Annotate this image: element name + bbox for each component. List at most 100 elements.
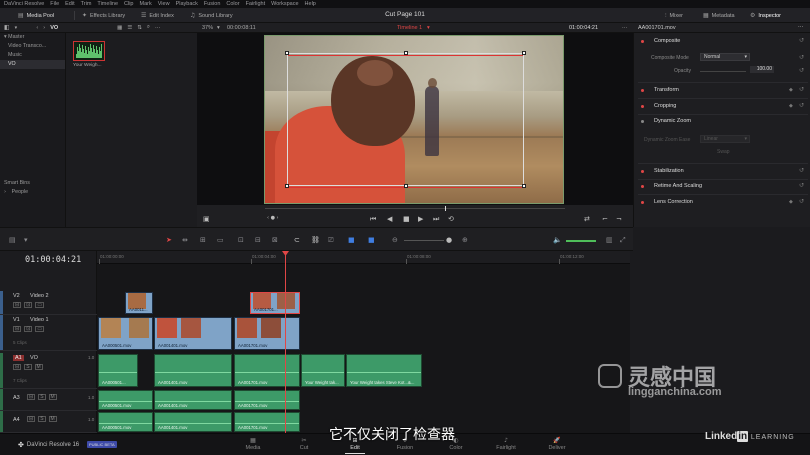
- inspector-button[interactable]: ⚙ Inspector: [750, 11, 781, 20]
- media-pool-button[interactable]: ▤ Media Pool: [18, 11, 54, 20]
- search-icon[interactable]: ⌕: [147, 24, 150, 31]
- audio-clip-thumbnail[interactable]: [73, 41, 105, 61]
- menu-playback[interactable]: Playback: [176, 1, 198, 7]
- smart-bin-people[interactable]: › People: [0, 188, 66, 197]
- section-stabilization[interactable]: Stabilization ↺: [640, 167, 808, 177]
- zoom-out-icon[interactable]: ⊖: [392, 236, 398, 244]
- transform-handle[interactable]: [285, 51, 289, 55]
- more-icon[interactable]: ⋯: [798, 24, 804, 30]
- chevron-down-icon[interactable]: ▾: [217, 25, 220, 31]
- timeline-audio-clip[interactable]: AA001701.mov: [234, 354, 300, 387]
- zoom-in-icon[interactable]: ⊕: [462, 236, 468, 244]
- section-composite[interactable]: Composite ↺: [640, 37, 808, 47]
- timeline-audio-clip[interactable]: AA001401.mov: [154, 412, 232, 432]
- reset-icon[interactable]: ↺: [799, 86, 804, 93]
- opacity-value[interactable]: 100.00: [750, 66, 774, 73]
- enable-dot[interactable]: [641, 170, 644, 173]
- bin-master[interactable]: ▾ Master: [0, 33, 65, 42]
- timeline-audio-clip[interactable]: AA001701.mov: [234, 390, 300, 410]
- more-icon[interactable]: ⋯: [622, 25, 628, 31]
- keyframe-icon[interactable]: ◆: [789, 103, 793, 109]
- mark-in-icon[interactable]: ⌐: [602, 215, 608, 223]
- reset-icon[interactable]: ↺: [799, 102, 804, 109]
- lock-icon[interactable]: ⊟: [13, 364, 22, 370]
- lock-icon[interactable]: ⊟: [13, 326, 22, 332]
- solo-icon[interactable]: S: [24, 364, 32, 370]
- menu-edit[interactable]: Edit: [65, 1, 74, 7]
- keyframe-icon[interactable]: ◆: [789, 199, 793, 205]
- linked-selection-icon[interactable]: ⛓: [311, 236, 320, 244]
- timeline-audio-clip[interactable]: AA000501.mov: [98, 412, 153, 432]
- sound-library-button[interactable]: ♫ Sound Library: [190, 11, 233, 20]
- timeline-audio-clip[interactable]: AA000501.mov: [98, 390, 153, 410]
- menu-color[interactable]: Color: [226, 1, 239, 7]
- replace-clip-icon[interactable]: ⊠: [272, 236, 278, 244]
- bin-vo[interactable]: VO: [0, 60, 65, 69]
- sort-icon[interactable]: ⇅: [137, 25, 142, 31]
- timeline-clip-selected[interactable]: AA001701...: [250, 292, 300, 314]
- audio-meter-icon[interactable]: ▥: [606, 236, 613, 244]
- reset-icon[interactable]: ↺: [799, 37, 804, 44]
- reset-icon[interactable]: ↺: [799, 167, 804, 174]
- timeline-tracks[interactable]: 01:00:00:00 01:00:04:00 01:00:08:00 01:0…: [97, 251, 630, 433]
- lock-icon[interactable]: ⊟: [13, 302, 22, 308]
- menu-fusion[interactable]: Fusion: [204, 1, 221, 7]
- more-icon[interactable]: ⋯: [155, 25, 161, 31]
- reset-icon[interactable]: ↺: [799, 198, 804, 205]
- menu-clip[interactable]: Clip: [124, 1, 133, 7]
- auto-select-icon[interactable]: ⊡: [24, 302, 33, 308]
- page-tab-fairlight[interactable]: ♪ Fairlight: [486, 437, 526, 451]
- trim-tool-icon[interactable]: ⇹: [182, 236, 188, 244]
- solo-icon[interactable]: S: [38, 394, 46, 400]
- chevron-down-icon[interactable]: ▾: [427, 25, 430, 31]
- page-tab-cut[interactable]: ✂ Cut: [284, 437, 324, 451]
- menu-app[interactable]: DaVinci Resolve: [4, 1, 44, 7]
- page-tab-deliver[interactable]: 🚀 Deliver: [537, 437, 577, 451]
- reset-icon[interactable]: ↺: [799, 182, 804, 189]
- overwrite-clip-icon[interactable]: ⊟: [255, 236, 261, 244]
- timeline-audio-clip[interactable]: AA001401.mov: [154, 390, 232, 410]
- transform-handle[interactable]: [522, 51, 526, 55]
- timeline-audio-clip[interactable]: AA000501...: [98, 354, 138, 387]
- timeline-clip[interactable]: AA001701.mov: [234, 317, 300, 350]
- section-transform[interactable]: Transform ◆ ↺: [640, 86, 808, 96]
- menu-file[interactable]: File: [50, 1, 59, 7]
- reset-icon[interactable]: ↺: [799, 67, 804, 74]
- timeline-name[interactable]: Timeline 1: [397, 25, 422, 31]
- enable-dot[interactable]: [641, 185, 644, 188]
- effects-library-button[interactable]: ✦ Effects Library: [82, 11, 125, 20]
- skip-back-icon[interactable]: ⏮: [370, 215, 376, 224]
- section-retime-scaling[interactable]: Retime And Scaling ↺: [640, 182, 808, 192]
- mute-icon[interactable]: M: [48, 394, 57, 400]
- snapping-icon[interactable]: ⊂: [294, 236, 300, 244]
- menu-mark[interactable]: Mark: [140, 1, 152, 7]
- enable-dot[interactable]: [641, 120, 644, 123]
- scrub-playhead[interactable]: [445, 206, 446, 211]
- edit-index-button[interactable]: ☰ Edit Index: [141, 11, 174, 20]
- timeline-clip[interactable]: AA000501.mov: [98, 317, 153, 350]
- chevron-down-icon[interactable]: ▾: [15, 25, 18, 31]
- transform-handle[interactable]: [404, 184, 408, 188]
- loop-icon[interactable]: ⟲: [448, 215, 454, 223]
- zoom-slider[interactable]: [404, 240, 444, 241]
- bin-music[interactable]: Music: [0, 51, 65, 60]
- enable-dot[interactable]: [641, 201, 644, 204]
- panel-layout-icon[interactable]: ◧: [4, 24, 10, 31]
- transform-box[interactable]: [287, 53, 524, 186]
- selection-tool-icon[interactable]: ➤: [166, 236, 172, 244]
- enable-dot[interactable]: [641, 89, 644, 92]
- page-tab-media[interactable]: ▦ Media: [233, 437, 273, 451]
- mixer-button[interactable]: ⫶ Mixer: [665, 11, 683, 20]
- solo-icon[interactable]: S: [38, 416, 46, 422]
- playhead[interactable]: [285, 251, 286, 433]
- mark-out-icon[interactable]: ¬: [616, 215, 622, 223]
- forward-icon[interactable]: ›: [43, 25, 45, 31]
- disable-video-icon[interactable]: ▭: [35, 302, 45, 308]
- menu-fairlight[interactable]: Fairlight: [246, 1, 266, 7]
- list-view-icon[interactable]: ☰: [127, 25, 132, 31]
- timeline-audio-clip[interactable]: AA001701.mov: [234, 412, 300, 432]
- auto-select-icon[interactable]: ⊡: [24, 326, 33, 332]
- disable-video-icon[interactable]: ▭: [35, 326, 45, 332]
- fullscreen-icon[interactable]: ⤢: [620, 236, 626, 245]
- swap-button[interactable]: Swap: [717, 149, 730, 155]
